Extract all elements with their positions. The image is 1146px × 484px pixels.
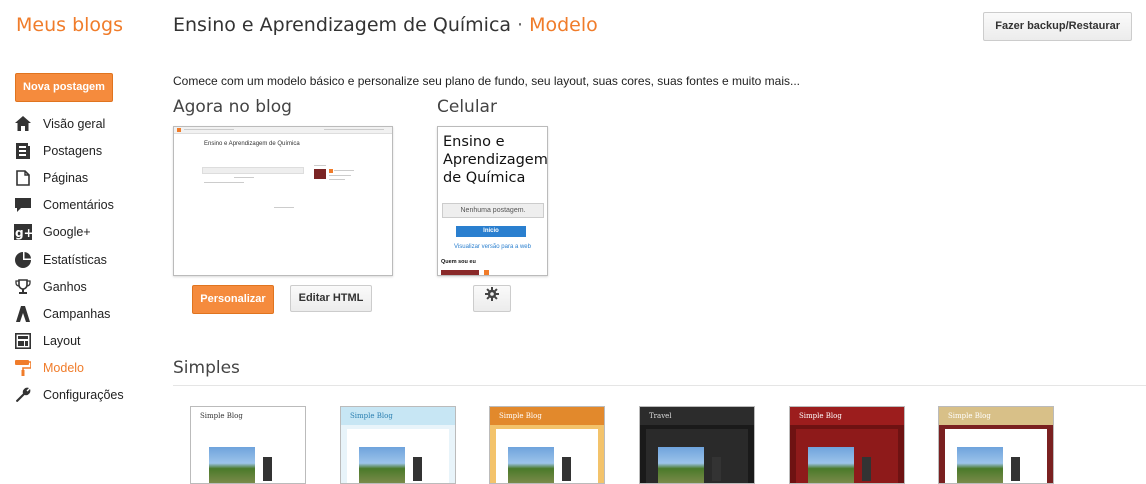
mobile-about-me: Quem sou eu [441,259,476,265]
my-blogs-link[interactable]: Meus blogs [16,14,123,36]
sidebar-item-label: Configurações [43,388,124,403]
template-sidebar-widget [712,457,721,481]
mobile-web-link: Visualizar versão para a web [454,244,531,250]
blog-title[interactable]: Ensino e Aprendizagem de Química [173,14,511,36]
sidebar-item-layout[interactable]: Layout [14,328,164,355]
mobile-blog-title: Ensino e Aprendizagem de Química [443,134,548,186]
sidebar-item-label: Postagens [43,143,103,158]
blogger-logo-icon [177,128,181,132]
template-photo [957,447,1003,483]
comments-icon [14,197,32,213]
intro-text: Comece com um modelo básico e personaliz… [173,74,800,88]
mobile-settings-button[interactable] [473,285,511,312]
template-thumbnail[interactable]: Simple Blog [789,406,905,484]
sidebar-item-label: Visão geral [43,116,106,131]
template-thumbnail[interactable]: Simple Blog [489,406,605,484]
template-label: Travel [649,412,672,420]
preview-blog-title: Ensino e Aprendizagem de Química [204,141,300,147]
campaigns-icon [14,305,32,322]
sidebar-item-label: Layout [43,334,81,349]
template-photo [209,447,255,483]
template-sidebar-widget [413,457,422,481]
page-title: Modelo [529,14,598,36]
sidebar-item-label: Campanhas [43,306,111,321]
simple-templates-title: Simples [173,358,240,378]
trophy-icon [14,278,32,295]
mobile-template-preview[interactable]: Ensino e Aprendizagem de Química Nenhuma… [437,126,548,276]
sidebar-item-label: Páginas [43,170,89,185]
sidebar-item-template[interactable]: Modelo [14,355,164,382]
new-post-button[interactable]: Nova postagem [15,73,113,102]
template-thumbnail[interactable]: Simple Blog [190,406,306,484]
home-icon [14,116,32,132]
mobile-no-posts: Nenhuma postagem. [442,203,544,218]
template-label: Simple Blog [948,412,991,420]
stats-icon [14,251,32,268]
pages-icon [14,170,32,186]
sidebar-item-overview[interactable]: Visão geral [14,110,164,137]
sidebar-item-label: Modelo [43,361,84,376]
sidebar-item-label: Google+ [43,225,91,240]
template-photo [508,447,554,483]
layout-icon [14,333,32,350]
edit-html-button[interactable]: Editar HTML [290,285,372,312]
template-photo [658,447,704,483]
gear-icon [485,286,499,311]
mobile-avatar [441,270,479,275]
template-thumbnail[interactable]: Simple Blog [938,406,1054,484]
sidebar-item-label: Estatísticas [43,252,107,267]
sidebar-item-label: Comentários [43,198,114,213]
template-sidebar-widget [862,457,871,481]
sidebar-item-pages[interactable]: Páginas [14,164,164,191]
sidebar-item-posts[interactable]: Postagens [14,137,164,164]
template-thumbnail[interactable]: Simple Blog [340,406,456,484]
template-label: Simple Blog [499,412,542,420]
template-thumbnail[interactable]: Travel [639,406,755,484]
sidebar-item-comments[interactable]: Comentários [14,192,164,219]
paint-roller-icon [14,360,32,377]
wrench-icon [14,387,32,403]
sidebar-item-settings[interactable]: Configurações [14,382,164,409]
breadcrumb: Ensino e Aprendizagem de Química · Modelo [173,14,598,36]
mobile-template-title: Celular [437,97,497,117]
backup-restore-button[interactable]: Fazer backup/Restaurar [983,12,1132,41]
preview-avatar [314,169,326,179]
template-sidebar-widget [562,457,571,481]
breadcrumb-separator: · [517,14,524,36]
template-label: Simple Blog [799,412,842,420]
template-label: Simple Blog [350,412,393,420]
posts-icon [14,142,32,159]
sidebar-item-earnings[interactable]: Ganhos [14,273,164,300]
sidebar-item-stats[interactable]: Estatísticas [14,246,164,273]
template-sidebar-widget [1011,457,1020,481]
svg-text:g+: g+ [15,226,32,240]
sidebar-item-label: Ganhos [43,279,87,294]
template-photo [808,447,854,483]
google-plus-icon: g+ [14,224,32,241]
section-divider [173,385,1146,386]
preview-navbar [174,127,392,134]
template-sidebar-widget [263,457,272,481]
sidebar-nav: Visão geral Postagens Páginas Comentário… [14,110,164,409]
template-photo [359,447,405,483]
template-label: Simple Blog [200,412,243,420]
sidebar-item-campaigns[interactable]: Campanhas [14,300,164,327]
preview-post-box [202,167,304,174]
mobile-home-button: Início [456,226,526,237]
sidebar-item-google-plus[interactable]: g+ Google+ [14,219,164,246]
customize-button[interactable]: Personalizar [192,285,274,314]
current-template-title: Agora no blog [173,97,292,117]
current-template-preview[interactable]: Ensino e Aprendizagem de Química [173,126,393,276]
